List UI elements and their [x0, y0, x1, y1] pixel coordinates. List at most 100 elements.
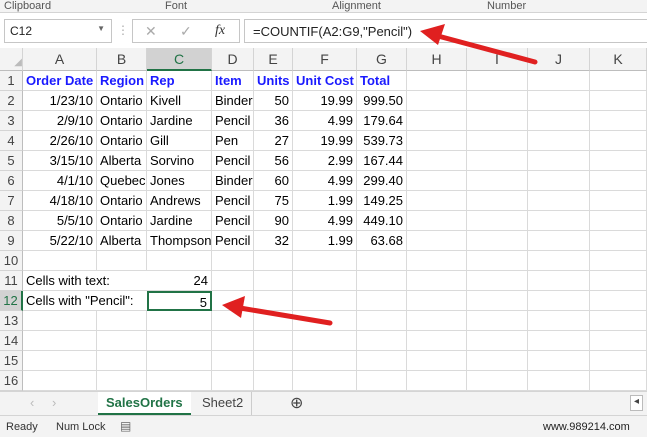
cell-B7[interactable]: Ontario [97, 191, 147, 211]
cell-E9[interactable]: 32 [254, 231, 293, 251]
cell-B16[interactable] [97, 371, 147, 391]
cell-E15[interactable] [254, 351, 293, 371]
cell-H9[interactable] [407, 231, 467, 251]
column-header-a[interactable]: A [23, 48, 97, 71]
scroll-left-icon[interactable]: ‹ [22, 392, 42, 415]
cell-I5[interactable] [467, 151, 528, 171]
cell-I9[interactable] [467, 231, 528, 251]
cell-H12[interactable] [407, 291, 467, 311]
column-header-j[interactable]: J [528, 48, 590, 71]
cell-E8[interactable]: 90 [254, 211, 293, 231]
cell-H8[interactable] [407, 211, 467, 231]
cell-E11[interactable] [254, 271, 293, 291]
cell-A10[interactable] [23, 251, 97, 271]
cell-H4[interactable] [407, 131, 467, 151]
cell-H11[interactable] [407, 271, 467, 291]
cell-F13[interactable] [293, 311, 357, 331]
cell-C14[interactable] [147, 331, 212, 351]
cell-A6[interactable]: 4/1/10 [23, 171, 97, 191]
tab-salesorders[interactable]: SalesOrders [98, 392, 191, 415]
cell-J14[interactable] [528, 331, 590, 351]
resize-handle[interactable]: ⋮ [117, 23, 129, 37]
cell-H1[interactable] [407, 71, 467, 91]
cell-K9[interactable] [590, 231, 647, 251]
cell-C3[interactable]: Jardine [147, 111, 212, 131]
cell-F14[interactable] [293, 331, 357, 351]
row-header-15[interactable]: 15 [0, 351, 23, 371]
cell-G1[interactable]: Total [357, 71, 407, 91]
cell-G10[interactable] [357, 251, 407, 271]
cell-D9[interactable]: Pencil [212, 231, 254, 251]
scroll-right-icon[interactable]: › [44, 392, 64, 415]
column-header-h[interactable]: H [407, 48, 467, 71]
column-header-e[interactable]: E [254, 48, 293, 71]
column-header-d[interactable]: D [212, 48, 254, 71]
formula-input[interactable]: =COUNTIF(A2:G9,"Pencil") [244, 19, 647, 43]
cell-J3[interactable] [528, 111, 590, 131]
row-header-1[interactable]: 1 [0, 71, 23, 91]
summary-label-11[interactable]: Cells with text: [23, 271, 147, 291]
cell-I10[interactable] [467, 251, 528, 271]
cell-I4[interactable] [467, 131, 528, 151]
cell-I15[interactable] [467, 351, 528, 371]
cell-K14[interactable] [590, 331, 647, 351]
cell-J15[interactable] [528, 351, 590, 371]
cell-K16[interactable] [590, 371, 647, 391]
cell-E10[interactable] [254, 251, 293, 271]
cell-B2[interactable]: Ontario [97, 91, 147, 111]
cell-E4[interactable]: 27 [254, 131, 293, 151]
cell-F5[interactable]: 2.99 [293, 151, 357, 171]
cell-H3[interactable] [407, 111, 467, 131]
cell-F4[interactable]: 19.99 [293, 131, 357, 151]
cell-I3[interactable] [467, 111, 528, 131]
tab-sheet2[interactable]: Sheet2 [194, 392, 253, 415]
cell-D6[interactable]: Binder [212, 171, 254, 191]
cell-F2[interactable]: 19.99 [293, 91, 357, 111]
cell-H13[interactable] [407, 311, 467, 331]
cell-I13[interactable] [467, 311, 528, 331]
cell-K13[interactable] [590, 311, 647, 331]
cell-C2[interactable]: Kivell [147, 91, 212, 111]
row-header-7[interactable]: 7 [0, 191, 23, 211]
cell-A5[interactable]: 3/15/10 [23, 151, 97, 171]
cell-G4[interactable]: 539.73 [357, 131, 407, 151]
cell-E14[interactable] [254, 331, 293, 351]
cell-C9[interactable]: Thompson [147, 231, 212, 251]
cell-E3[interactable]: 36 [254, 111, 293, 131]
cell-H16[interactable] [407, 371, 467, 391]
cell-H7[interactable] [407, 191, 467, 211]
cell-J6[interactable] [528, 171, 590, 191]
row-header-6[interactable]: 6 [0, 171, 23, 191]
cell-C5[interactable]: Sorvino [147, 151, 212, 171]
cell-F3[interactable]: 4.99 [293, 111, 357, 131]
cell-A9[interactable]: 5/22/10 [23, 231, 97, 251]
summary-value-12[interactable]: 5 [147, 291, 212, 311]
cell-A16[interactable] [23, 371, 97, 391]
cell-D13[interactable] [212, 311, 254, 331]
cell-G2[interactable]: 999.50 [357, 91, 407, 111]
cell-A3[interactable]: 2/9/10 [23, 111, 97, 131]
cell-G12[interactable] [357, 291, 407, 311]
macro-record-icon[interactable]: ▤ [120, 419, 131, 433]
cell-D4[interactable]: Pen [212, 131, 254, 151]
row-header-16[interactable]: 16 [0, 371, 23, 391]
cell-H14[interactable] [407, 331, 467, 351]
summary-label-12[interactable]: Cells with "Pencil": [23, 291, 147, 311]
cell-K3[interactable] [590, 111, 647, 131]
cell-F16[interactable] [293, 371, 357, 391]
cell-C13[interactable] [147, 311, 212, 331]
cell-E6[interactable]: 60 [254, 171, 293, 191]
cell-H6[interactable] [407, 171, 467, 191]
cell-K2[interactable] [590, 91, 647, 111]
cell-J12[interactable] [528, 291, 590, 311]
column-header-k[interactable]: K [590, 48, 647, 71]
cell-B9[interactable]: Alberta [97, 231, 147, 251]
summary-value-11[interactable]: 24 [147, 271, 212, 291]
cell-I14[interactable] [467, 331, 528, 351]
cell-F15[interactable] [293, 351, 357, 371]
cell-J8[interactable] [528, 211, 590, 231]
cell-F10[interactable] [293, 251, 357, 271]
row-header-3[interactable]: 3 [0, 111, 23, 131]
cell-A7[interactable]: 4/18/10 [23, 191, 97, 211]
cell-G7[interactable]: 149.25 [357, 191, 407, 211]
